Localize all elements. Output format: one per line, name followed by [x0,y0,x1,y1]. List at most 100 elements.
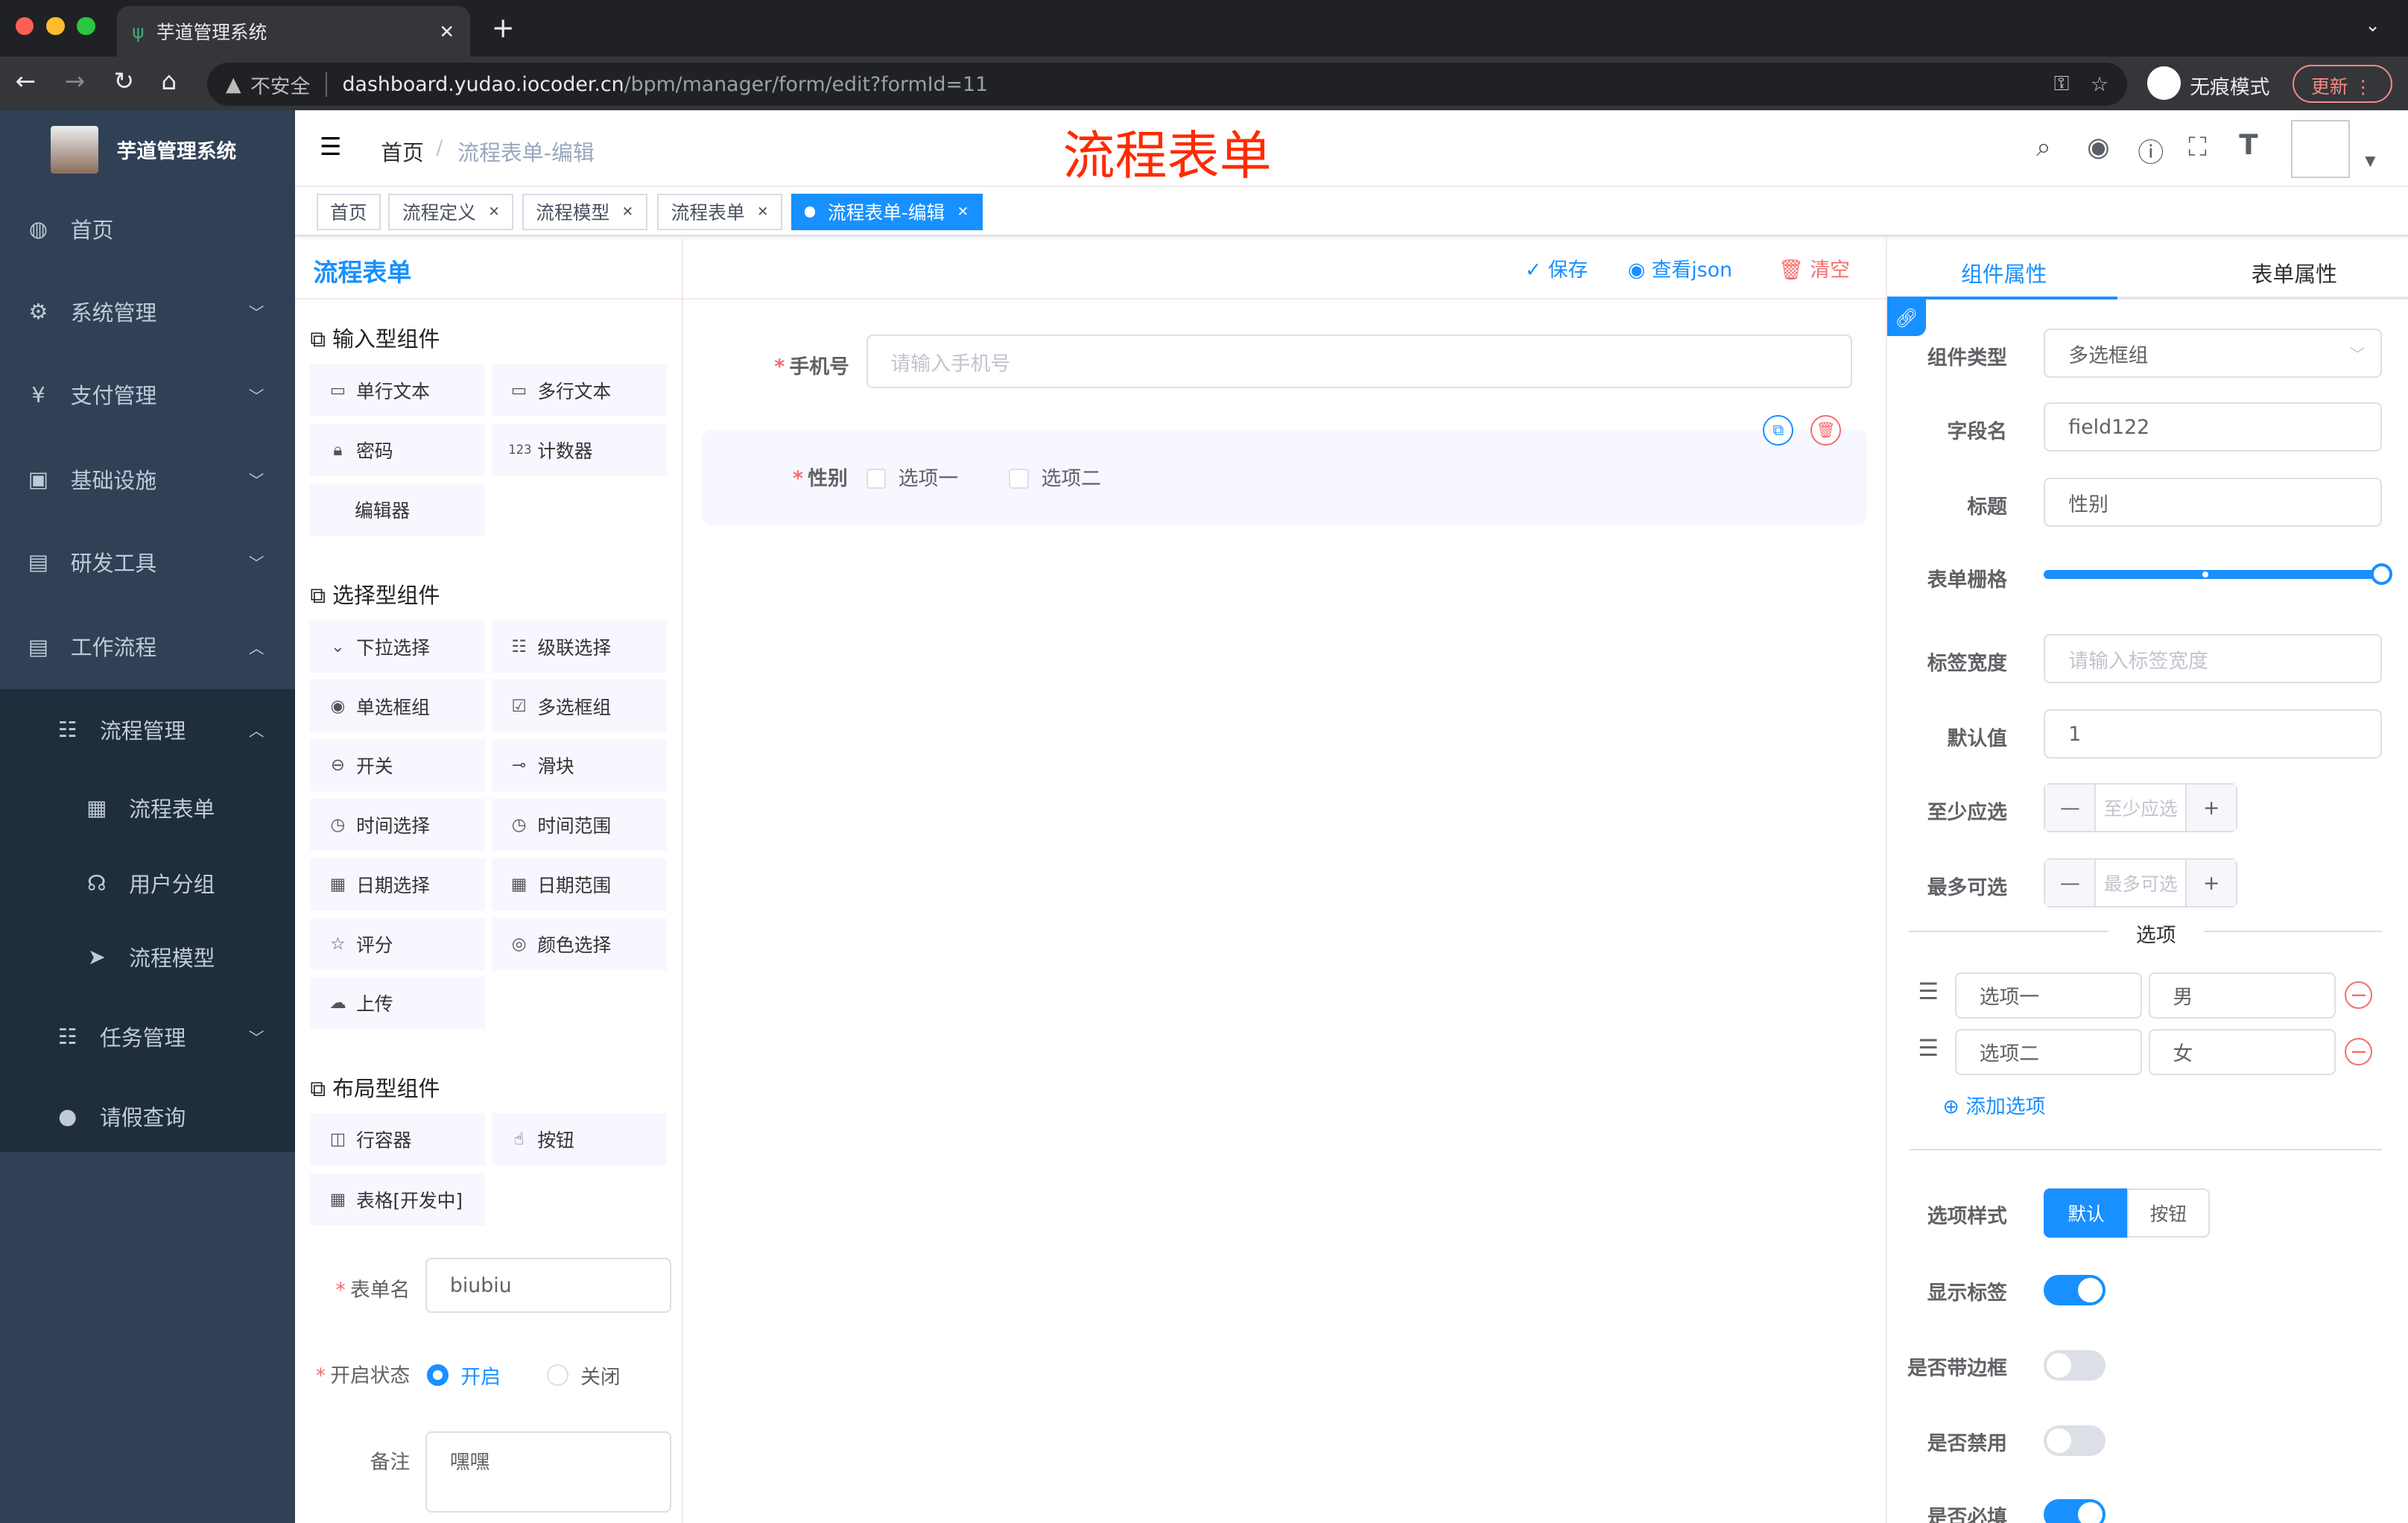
form-name-input[interactable]: biubiu [425,1258,671,1314]
minus-button[interactable]: — [2045,860,2095,907]
close-tab-icon[interactable]: ✕ [439,21,454,42]
sidebar-item-pay[interactable]: ¥ 支付管理 ﹀ [0,353,295,436]
comp-select-item[interactable]: ☆ 评分 [310,917,486,970]
toggle-switch[interactable] [2044,1274,2106,1305]
search-icon[interactable]: ⌕ [2036,132,2051,163]
sidebar-item-task-mgmt[interactable]: ☷ 任务管理 ﹀ [0,995,295,1078]
comp-select-item[interactable]: ⌄ 下拉选择 [310,620,486,673]
sidebar-item-user-group[interactable]: ☊ 用户分组 [0,842,295,925]
close-icon[interactable]: ✕ [622,204,634,220]
comp-select-item[interactable]: ▦ 日期范围 [491,858,667,911]
close-icon[interactable]: ✕ [757,204,769,220]
comp-editor[interactable]: 编辑器 [310,484,486,536]
comp-select-item[interactable]: ◎ 颜色选择 [491,917,667,970]
caret-down-icon[interactable]: ▼ [2365,153,2375,169]
star-icon[interactable]: ☆ [2091,73,2108,96]
minimize-window-button[interactable] [45,16,65,36]
tab-list-chevron-icon[interactable]: ⌄ [2365,14,2380,36]
fullscreen-icon[interactable]: ⛶ [2188,132,2207,163]
clear-button[interactable]: 🗑︎ 清空 [1778,253,1850,282]
tag-home[interactable]: 首页 [316,193,381,231]
tag-process-form[interactable]: 流程表单 ✕ [657,193,783,231]
comp-select-item[interactable]: ⊸ 滑块 [491,739,667,792]
avatar[interactable] [2291,119,2350,179]
sidebar-item-devtools[interactable]: ▤ 研发工具 ﹀ [0,521,295,604]
label-width-input[interactable]: 请输入标签宽度 [2044,634,2382,684]
view-json-button[interactable]: ◉ 查看json [1628,253,1732,282]
sidebar-item-home[interactable]: ◍ 首页 [0,187,295,270]
reload-icon[interactable]: ↻ [114,66,135,95]
tag-process-definition[interactable]: 流程定义 ✕ [388,193,514,231]
sidebar-item-leave[interactable]: ● 请假查询 [0,1075,295,1158]
comp-input[interactable]: ▭ 单行文本 [310,364,486,417]
forward-icon[interactable]: → [65,66,86,95]
drag-handle-icon[interactable]: ☰ [1918,1035,1939,1062]
option-label-input[interactable]: 选项一 [1954,972,2143,1019]
comp-select-item[interactable]: ◉ 单选框组 [310,680,486,732]
add-option-button[interactable]: ⊕ 添加选项 [1942,1090,2045,1119]
prop-input[interactable]: field122 [2044,402,2382,452]
back-icon[interactable]: ← [16,66,37,95]
font-size-icon[interactable]: T [2239,129,2258,161]
copy-icon[interactable]: ⧉ [1763,414,1794,446]
phone-input[interactable]: 请输入手机号 [866,335,1852,389]
key-icon[interactable]: ⚿ [2054,72,2069,96]
slider-handle[interactable] [2371,563,2393,586]
update-button[interactable]: 更新 ⋮ [2293,64,2393,104]
comp-select-item[interactable]: ☁ 上传 [310,977,486,1030]
tab-form-props[interactable]: 表单属性 [2252,258,2337,288]
url-field[interactable]: ▲ 不安全 dashboard.yudao.iocoder.cn/bpm/man… [207,63,2127,107]
status-radio-on[interactable]: 开启 [427,1361,501,1390]
sidebar-item-infra[interactable]: ▣ 基础设施 ﹀ [0,437,295,520]
tag-process-form-edit[interactable]: 流程表单-编辑 ✕ [790,193,983,231]
sidebar-item-process-form[interactable]: ▦ 流程表单 [0,767,295,849]
toggle-switch[interactable] [2044,1425,2106,1456]
option-label-input[interactable]: 选项二 [1954,1029,2143,1075]
prop-number-stepper[interactable]: — 最多可选 + [2044,858,2238,908]
prop-number-stepper[interactable]: — 至少应选 + [2044,783,2238,833]
browser-tab[interactable]: ψ 芋道管理系统 ✕ [116,6,470,57]
comp-select-item[interactable]: ☷ 级联选择 [491,620,667,673]
new-tab-icon[interactable]: + [492,12,515,44]
prop-input[interactable]: 性别 [2044,478,2382,527]
sidebar-item-system[interactable]: ⚙ 系统管理 ﹀ [0,270,295,353]
remove-option-icon[interactable]: − [2345,981,2373,1010]
drag-handle-icon[interactable]: ☰ [1918,978,1939,1005]
comp-table[interactable]: ▦ 表格[开发中] [310,1173,486,1226]
close-icon[interactable]: ✕ [957,204,969,220]
option-value-input[interactable]: 女 [2148,1029,2336,1075]
sidebar-item-workflow[interactable]: ▤ 工作流程 ︿ [0,605,295,688]
comp-button[interactable]: ☝ 按钮 [491,1113,667,1166]
maximize-window-button[interactable] [77,16,95,36]
checkbox-option-1[interactable]: 选项一 [866,462,958,491]
status-radio-off[interactable]: 关闭 [546,1361,621,1390]
comp-number[interactable]: 123 计数器 [491,423,667,476]
comp-select-item[interactable]: ▦ 日期选择 [310,858,486,911]
tab-component-props[interactable]: 组件属性 [1961,258,2047,288]
option-value-input[interactable]: 男 [2148,972,2336,1019]
comp-select-item[interactable]: ☑ 多选框组 [491,680,667,732]
comp-row[interactable]: ◫ 行容器 [310,1113,486,1166]
grid-slider[interactable] [2044,563,2393,586]
comp-select-item[interactable]: ◷ 时间选择 [310,799,486,852]
checkbox-option-2[interactable]: 选项二 [1009,462,1101,491]
prop-input[interactable]: 1 [2044,709,2382,759]
sidebar-item-process-model[interactable]: ➤ 流程模型 [0,915,295,998]
sidebar-item-process-mgmt[interactable]: ☷ 流程管理 ︿ [0,688,295,770]
home-icon[interactable]: ⌂ [161,66,177,95]
close-window-button[interactable] [15,16,34,36]
comp-select-item[interactable]: ⊖ 开关 [310,739,486,792]
remove-option-icon[interactable]: − [2345,1038,2373,1066]
component-type-select[interactable]: 多选框组 ﹀ [2044,329,2382,379]
comp-password[interactable]: 🔒︎ 密码 [310,423,486,476]
comp-select-item[interactable]: ◷ 时间范围 [491,799,667,852]
plus-button[interactable]: + [2187,860,2237,907]
github-icon[interactable]: ◉ [2087,132,2110,162]
plus-button[interactable]: + [2187,785,2237,832]
option-style-default[interactable]: 默认 [2044,1188,2129,1238]
tag-process-model[interactable]: 流程模型 ✕ [522,193,647,231]
save-button[interactable]: ✓ 保存 [1525,253,1588,282]
link-icon[interactable]: 🔗︎ [1887,299,1926,337]
comp-textarea[interactable]: ▭ 多行文本 [491,364,667,417]
hamburger-icon[interactable]: ☰ [320,132,342,161]
